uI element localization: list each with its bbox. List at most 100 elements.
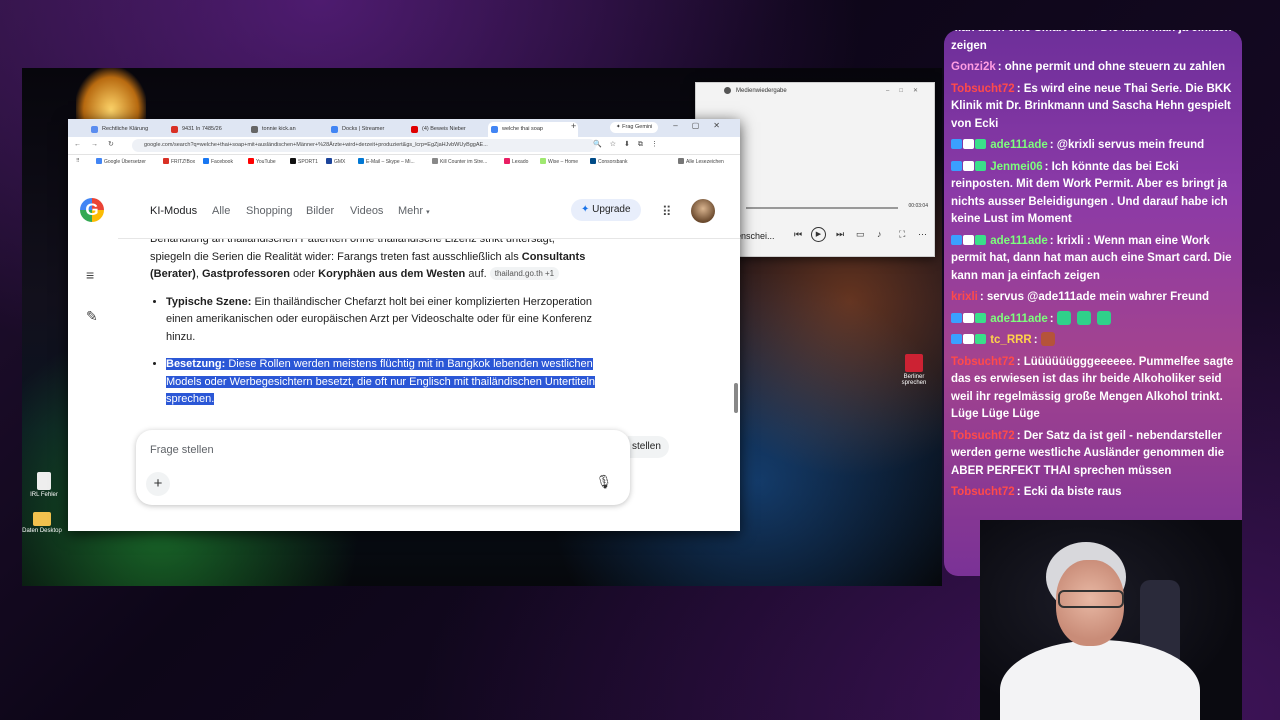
bookmark-fritzbox[interactable]: FRITZ!Box — [163, 158, 195, 165]
browser-window-controls[interactable]: –▢✕ — [673, 121, 734, 130]
tab-mehr[interactable]: Mehr ▾ — [398, 205, 430, 217]
chat-username[interactable]: krixli — [951, 291, 978, 303]
media-player-titlebar: Medienwiedergabe –□✕ — [696, 83, 934, 99]
chat-text: : servus @ade111ade mein wahrer Freund — [979, 291, 1210, 303]
chat-message: Gonzi2k: ohne permit und ohne steuern zu… — [951, 59, 1237, 77]
chat-emote-icon — [1096, 310, 1111, 325]
chat-emote-icon — [1040, 332, 1055, 346]
chat-text: : — [1033, 334, 1038, 346]
chat-username[interactable]: ade111ade — [990, 235, 1048, 247]
bookmark-skype[interactable]: E-Mail – Skype – Mi... — [358, 158, 415, 165]
fullscreen-icon[interactable]: ⛶ — [899, 229, 905, 240]
chat-emote-icon — [1056, 310, 1071, 325]
new-tab-button[interactable]: + — [571, 121, 576, 131]
chat-username[interactable]: Tobsucht72 — [951, 356, 1015, 368]
playlist-icon[interactable]: ▭ — [856, 229, 865, 240]
answer-list: Typische Szene: Ein thailändischer Chefa… — [150, 294, 620, 409]
list-item: Typische Szene: Ein thailändischer Chefa… — [166, 294, 620, 347]
youtube-icon — [411, 126, 418, 133]
microphone-icon[interactable]: 🎙 — [595, 474, 612, 490]
ask-input-box[interactable]: Frage stellen + 🎙 — [136, 430, 630, 505]
subscriber-badge-icon — [951, 334, 962, 344]
tab-favicon — [331, 126, 338, 133]
chat-username[interactable]: ade111ade — [990, 139, 1048, 151]
desktop-icon-berliner-sprechen[interactable]: Berliner sprechen — [894, 354, 934, 386]
previous-icon[interactable]: ⏮ — [794, 229, 802, 240]
tab-rechtliche-klaerung[interactable]: Rechtliche Klärung — [88, 122, 164, 137]
chat-text: : — [1049, 312, 1054, 325]
apps-icon[interactable]: ⠿ — [76, 158, 80, 164]
ask-input-placeholder[interactable]: Frage stellen — [150, 444, 214, 456]
navigation-buttons[interactable]: ←→↻ — [74, 140, 124, 148]
chat-username[interactable]: Tobsucht72 — [951, 83, 1015, 95]
sport1-icon — [290, 158, 296, 164]
tab-videos[interactable]: Videos — [350, 205, 383, 217]
bookmark-youtube[interactable]: YouTube — [248, 158, 276, 165]
bookmark-gmx[interactable]: GMX — [326, 158, 345, 165]
upgrade-button[interactable]: ✦ Upgrade — [571, 199, 641, 221]
tab-bilder[interactable]: Bilder — [306, 205, 334, 217]
bookmark-lexado[interactable]: Lexado — [504, 158, 528, 165]
seek-bar[interactable] — [746, 207, 898, 209]
desktop-icon-irl-fehler[interactable]: IRL Fehler — [24, 472, 64, 498]
header-divider — [118, 238, 740, 239]
browser-window[interactable]: Rechtliche Klärung 9431 In 7485/26 tonni… — [68, 119, 740, 531]
tab-youtube[interactable]: (4) Beweis Nieber — [408, 122, 484, 137]
gift-badge-icon — [975, 312, 986, 323]
tab-alle[interactable]: Alle — [212, 205, 230, 217]
subscriber-badge-icon — [951, 160, 962, 171]
volume-icon[interactable]: ♪ — [877, 229, 882, 239]
history-icon[interactable]: ≡ — [86, 267, 94, 283]
chat-username[interactable]: Gonzi2k — [951, 61, 996, 73]
desktop-icon-daten-desktop[interactable]: Daten Desktop — [22, 512, 62, 534]
more-icon[interactable]: ⋯ — [918, 229, 927, 240]
google-logo[interactable]: G — [80, 198, 104, 222]
apps-grid-icon[interactable]: ⠿ — [662, 204, 672, 220]
bookmark-consorsbank[interactable]: Consorsbank — [590, 158, 627, 165]
address-bar-row: ←→↻ google.com/search?q=welche+thai+soap… — [68, 137, 740, 155]
chat-text: : @krixli servus mein freund — [1049, 139, 1205, 151]
url-input[interactable]: google.com/search?q=welche+thai+soap+mit… — [132, 139, 596, 152]
tab-docks[interactable]: Docks | Streamer — [328, 122, 404, 137]
folder-icon — [33, 512, 51, 526]
facebook-icon — [203, 158, 209, 164]
tab-shopping[interactable]: Shopping — [246, 205, 293, 217]
tab-kick[interactable]: tonnie kick.an — [248, 122, 324, 137]
play-button[interactable]: ▶ — [811, 227, 826, 242]
gift-badge-icon — [975, 160, 986, 171]
chat-message: Tobsucht72: Ecki da biste raus — [951, 484, 1237, 502]
extension-icons[interactable]: 🔍☆⬇⧉⋮ — [593, 140, 666, 149]
next-icon[interactable]: ⏭ — [836, 229, 844, 240]
chat-username[interactable]: tc_RRR — [990, 334, 1032, 346]
scrollbar[interactable] — [734, 383, 738, 413]
chat-username[interactable]: Tobsucht72 — [951, 430, 1015, 442]
gift-badge-icon — [975, 334, 986, 344]
chat-username[interactable]: ade111ade — [990, 313, 1048, 325]
folder-icon — [678, 158, 684, 164]
bookmark-kill-counter[interactable]: Kill Counter im Stre... — [432, 158, 487, 165]
source-chip[interactable]: thailand.go.th +1 — [489, 267, 560, 280]
tab-google-search[interactable]: welche thai soap — [488, 122, 578, 137]
menu-badge-icon — [963, 312, 974, 323]
new-chat-icon[interactable]: ✎ — [86, 308, 98, 325]
chat-username[interactable]: Jenmei06 — [990, 161, 1042, 173]
all-bookmarks[interactable]: Alle Lesezeichen — [678, 158, 724, 165]
stream-chat-panel: man auch eine Smart card. Die kann man j… — [944, 30, 1242, 576]
chat-username[interactable]: Tobsucht72 — [951, 486, 1015, 498]
streamer-glasses — [1058, 590, 1124, 608]
avatar[interactable] — [691, 199, 715, 223]
bookmark-facebook[interactable]: Facebook — [203, 158, 233, 165]
bookmark-wise[interactable]: Wise – Home — [540, 158, 578, 165]
tab-ki-modus[interactable]: KI-Modus — [150, 205, 197, 217]
add-icon[interactable]: + — [146, 472, 170, 496]
ask-suggestion-chip[interactable]: stellen — [628, 436, 669, 458]
window-controls[interactable]: –□✕ — [886, 83, 928, 99]
chat-message: Tobsucht72: Der Satz da ist geil - neben… — [951, 428, 1237, 481]
bookmark-sport1[interactable]: SPORT1 — [290, 158, 318, 165]
fritzbox-icon — [163, 158, 169, 164]
media-current-title: enschei... — [736, 231, 775, 241]
tab-gmail[interactable]: 9431 In 7485/26 — [168, 122, 244, 137]
gemini-button[interactable]: ✦ Frag Gemini — [610, 122, 659, 133]
chat-emote-icon — [1076, 310, 1091, 325]
bookmark-google-translate[interactable]: Google Übersetzer — [96, 158, 146, 165]
